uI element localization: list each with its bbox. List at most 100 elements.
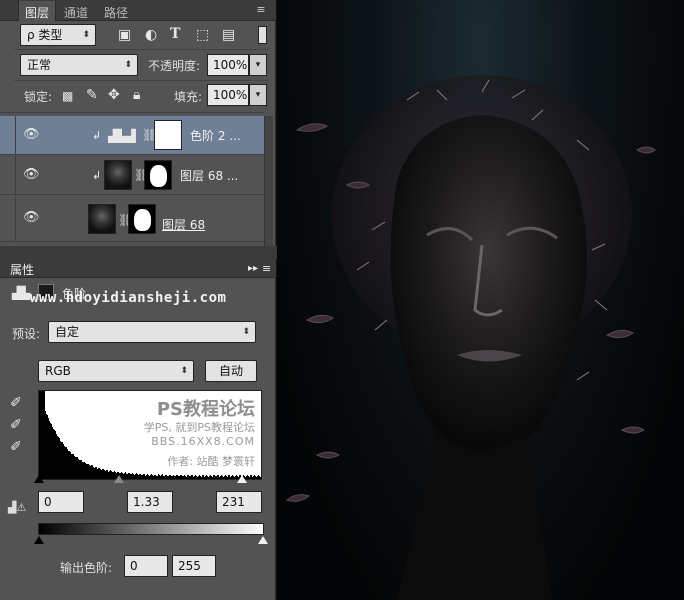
lock-transparency-icon[interactable]: ▩ xyxy=(62,88,73,104)
histogram-bar xyxy=(187,475,188,479)
filter-type-icon[interactable]: T xyxy=(170,26,180,42)
histogram-bar xyxy=(103,469,104,479)
histogram-bar xyxy=(85,463,86,479)
lock-image-brush-icon[interactable]: ✎ xyxy=(86,87,98,103)
histogram-bar xyxy=(107,470,108,479)
histogram-bar xyxy=(247,475,248,479)
tab-layers[interactable]: 图层 xyxy=(18,1,57,21)
filter-pixel-icon[interactable]: ▣ xyxy=(118,27,131,43)
histogram-bar xyxy=(165,475,166,479)
histogram-bar xyxy=(227,477,228,479)
histogram-bar xyxy=(104,470,105,479)
output-black-slider[interactable] xyxy=(34,536,44,544)
fill-input[interactable]: 100% xyxy=(207,84,249,106)
input-black-slider[interactable] xyxy=(34,475,44,483)
layer-name[interactable]: 色阶 2 ... xyxy=(190,127,241,144)
layer-mask-thumbnail[interactable] xyxy=(128,204,156,234)
histogram-bar xyxy=(213,475,214,479)
opacity-dropdown-button[interactable]: ▾ xyxy=(249,54,267,76)
histogram-bar xyxy=(222,476,223,479)
levels-adjustment-icon: ▟▙▟ xyxy=(108,129,136,143)
histogram-bar xyxy=(106,470,107,479)
input-gamma-slider[interactable] xyxy=(114,475,124,483)
histogram-bar xyxy=(235,476,236,479)
input-black-field[interactable]: 0 xyxy=(38,491,84,513)
filter-toggle-switch[interactable] xyxy=(258,26,267,44)
properties-title: 属性 xyxy=(10,263,35,277)
filter-shape-icon[interactable]: ⬚ xyxy=(196,27,209,43)
layer-thumbnail[interactable] xyxy=(88,204,116,234)
histogram-bar xyxy=(252,477,253,479)
histogram-bar xyxy=(204,477,205,479)
layer-mask-thumbnail[interactable] xyxy=(144,160,172,190)
input-white-slider[interactable] xyxy=(237,475,247,483)
histogram-bar xyxy=(70,452,71,479)
histogram-bar xyxy=(172,476,173,479)
channel-select[interactable]: RGB ⬍ xyxy=(38,360,194,382)
filter-smartobject-icon[interactable]: ▤ xyxy=(222,27,235,43)
filter-adjustment-icon[interactable]: ◐ xyxy=(145,27,157,43)
histogram-bar xyxy=(198,476,199,479)
histogram-bar xyxy=(71,454,72,479)
histogram-bar xyxy=(52,427,53,479)
opacity-input[interactable]: 100% xyxy=(207,54,249,76)
layers-scrollbar[interactable] xyxy=(264,116,273,246)
layer-thumbnail[interactable] xyxy=(104,160,132,190)
histogram-bar xyxy=(206,475,207,479)
histogram-bar xyxy=(130,474,131,479)
panel-menu-icon[interactable]: ≡ xyxy=(262,261,271,277)
layer-filter-select[interactable]: ρ 类型 ⬍ xyxy=(20,24,96,46)
white-point-eyedropper-icon[interactable]: ✐ xyxy=(10,439,22,455)
layer-row-68-copy[interactable]: 👁︎ ↲ ⛓︎ 图层 68 ... xyxy=(0,156,264,195)
histogram-bar xyxy=(53,429,54,479)
histogram-watermark-author: 作者: 站酷 梦寰轩 xyxy=(167,455,255,468)
histogram-bar xyxy=(65,447,66,479)
layer-name[interactable]: 图层 68 xyxy=(162,216,205,233)
input-gamma-field[interactable]: 1.33 xyxy=(127,491,173,513)
tab-paths[interactable]: 路径 xyxy=(98,1,134,21)
collapse-arrows-icon[interactable]: ▸▸ xyxy=(248,261,258,277)
histogram-bar xyxy=(175,476,176,479)
blend-mode-select[interactable]: 正常 ⬍ xyxy=(20,54,138,76)
histogram-bar xyxy=(94,468,95,479)
output-black-field[interactable]: 0 xyxy=(124,555,168,577)
histogram-bar xyxy=(105,471,106,479)
eye-column xyxy=(0,116,16,154)
histogram-bar xyxy=(97,469,98,479)
histogram-bar xyxy=(173,475,174,479)
histogram-bar xyxy=(154,475,155,479)
levels-histogram: PS教程论坛 学PS, 就到PS教程论坛 BBS.16XX8.COM 作者: 站… xyxy=(38,390,262,480)
lock-label: 锁定: xyxy=(24,90,53,104)
histogram-bar xyxy=(80,460,81,479)
histogram-bar xyxy=(183,476,184,479)
layer-name[interactable]: 图层 68 ... xyxy=(180,167,238,184)
preset-select[interactable]: 自定 ⬍ xyxy=(48,321,256,343)
clipping-warning-icon[interactable]: ▟⚠ xyxy=(8,500,26,516)
fill-dropdown-button[interactable]: ▾ xyxy=(249,84,267,106)
histogram-bar xyxy=(43,391,44,479)
lock-position-move-icon[interactable]: ✥ xyxy=(108,87,120,103)
visibility-eye-icon[interactable]: 👁︎ xyxy=(23,210,41,225)
panel-menu-icon[interactable]: ≡ xyxy=(252,2,270,18)
histogram-bar xyxy=(212,477,213,479)
lock-all-padlock-icon[interactable]: 🔒︎ xyxy=(133,87,140,103)
layer-mask-thumbnail[interactable] xyxy=(154,120,182,150)
histogram-bar xyxy=(100,469,101,479)
tab-channels[interactable]: 通道 xyxy=(58,1,94,21)
chevron-updown-icon: ⬍ xyxy=(180,366,188,376)
histogram-bar xyxy=(200,476,201,479)
auto-button[interactable]: 自动 xyxy=(205,360,257,382)
output-white-slider[interactable] xyxy=(258,536,268,544)
visibility-eye-icon[interactable]: 👁︎ xyxy=(23,127,41,142)
layers-panel: 图层 通道 路径 ≡ ρ 类型 ⬍ ▣ ◐ T ⬚ ▤ 正常 ⬍ 不透明度: 1… xyxy=(0,0,276,246)
layer-row-68[interactable]: 👁︎ ⛓︎ 图层 68 xyxy=(0,196,264,242)
black-point-eyedropper-icon[interactable]: ✐ xyxy=(10,395,22,411)
histogram-bar xyxy=(131,474,132,479)
output-white-field[interactable]: 255 xyxy=(172,555,216,577)
layer-row-levels-2[interactable]: 👁︎ ↲ ▟▙▟ ⛓︎ 色阶 2 ... xyxy=(0,116,264,155)
visibility-eye-icon[interactable]: 👁︎ xyxy=(23,167,41,182)
input-white-field[interactable]: 231 xyxy=(216,491,262,513)
gray-point-eyedropper-icon[interactable]: ✐ xyxy=(10,417,22,433)
histogram-bar xyxy=(191,475,192,479)
histogram-bar xyxy=(249,477,250,479)
